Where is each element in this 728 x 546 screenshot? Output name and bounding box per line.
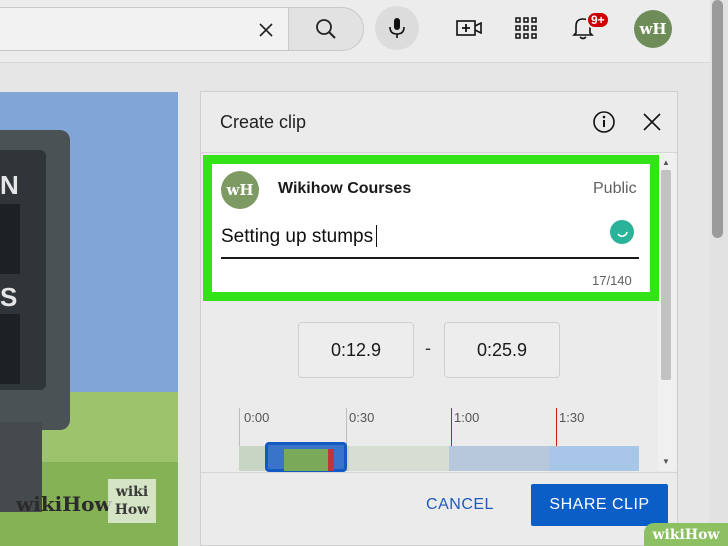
scoreboard-panel: [0, 314, 20, 384]
selected-frame: [284, 449, 328, 471]
wikihow-watermark: wikiHow: [16, 492, 112, 516]
text-caret: [376, 225, 377, 247]
create-video-icon: [456, 20, 482, 36]
info-icon: [593, 111, 615, 133]
close-icon: [643, 113, 661, 131]
create-button[interactable]: [455, 14, 483, 42]
scroll-up-arrow-icon[interactable]: ▲: [661, 158, 671, 167]
clip-title-input[interactable]: [221, 222, 607, 252]
apps-button[interactable]: [512, 14, 540, 42]
spinner-arc-icon: [617, 231, 628, 237]
timeline-label: 0:30: [349, 410, 375, 425]
timeline-tick: [239, 408, 240, 446]
panel-scrollbar-thumb[interactable]: [661, 170, 671, 380]
panel-title: Create clip: [220, 112, 307, 132]
filmstrip-frame: [549, 446, 639, 471]
cancel-button[interactable]: CANCEL: [412, 487, 508, 523]
wikihow-logo: wiki How: [108, 479, 156, 523]
clear-search-button[interactable]: [254, 18, 278, 42]
wikihow-corner-badge: wikiHow: [644, 523, 728, 546]
clip-title-underline: [221, 257, 639, 259]
visibility-label: Public: [593, 180, 637, 197]
notification-count-badge: 9+: [586, 11, 610, 29]
start-time-field[interactable]: 0:12.9: [298, 322, 414, 378]
channel-name: Wikihow Courses: [278, 180, 412, 197]
microphone-icon: [389, 18, 405, 38]
footer-divider: [201, 472, 677, 473]
end-time-field[interactable]: 0:25.9: [444, 322, 560, 378]
search-icon: [316, 19, 336, 39]
page-scrollbar-thumb[interactable]: [712, 0, 723, 238]
panel-divider: [201, 152, 677, 153]
timeline-label: 1:00: [454, 410, 480, 425]
loading-spinner-icon: [610, 220, 634, 244]
channel-avatar: wH: [221, 171, 259, 209]
search-button[interactable]: [288, 7, 364, 51]
voice-search-button[interactable]: [375, 6, 419, 50]
timeline-tick-red: [451, 408, 452, 446]
video-player[interactable]: N S wikiHow wiki How: [0, 92, 178, 546]
filmstrip-frame: [349, 446, 449, 471]
scoreboard-letter: S: [0, 282, 18, 312]
share-clip-button[interactable]: SHARE CLIP: [531, 484, 668, 526]
timeline-label: 1:30: [559, 410, 585, 425]
clear-icon: [259, 23, 273, 37]
scroll-down-arrow-icon[interactable]: ▼: [661, 457, 671, 466]
wikihow-logo-bottom: How: [114, 502, 150, 518]
apps-grid-icon: [515, 17, 537, 39]
timeline-label: 0:00: [244, 410, 270, 425]
character-counter: 17/140: [592, 273, 632, 288]
clip-range-selector[interactable]: [265, 442, 347, 472]
time-separator: -: [425, 338, 431, 358]
timeline-tick: [346, 408, 347, 446]
wikihow-logo-top: wiki: [115, 484, 149, 500]
filmstrip-frame: [449, 446, 549, 471]
account-avatar[interactable]: wH: [634, 10, 672, 48]
selected-frame-marker: [328, 449, 334, 471]
info-button[interactable]: [591, 109, 617, 135]
scoreboard-letter: N: [0, 170, 19, 200]
search-input[interactable]: [0, 7, 289, 51]
close-button[interactable]: [639, 109, 665, 135]
timeline-tick-red: [556, 408, 557, 446]
scoreboard-panel: [0, 204, 20, 274]
